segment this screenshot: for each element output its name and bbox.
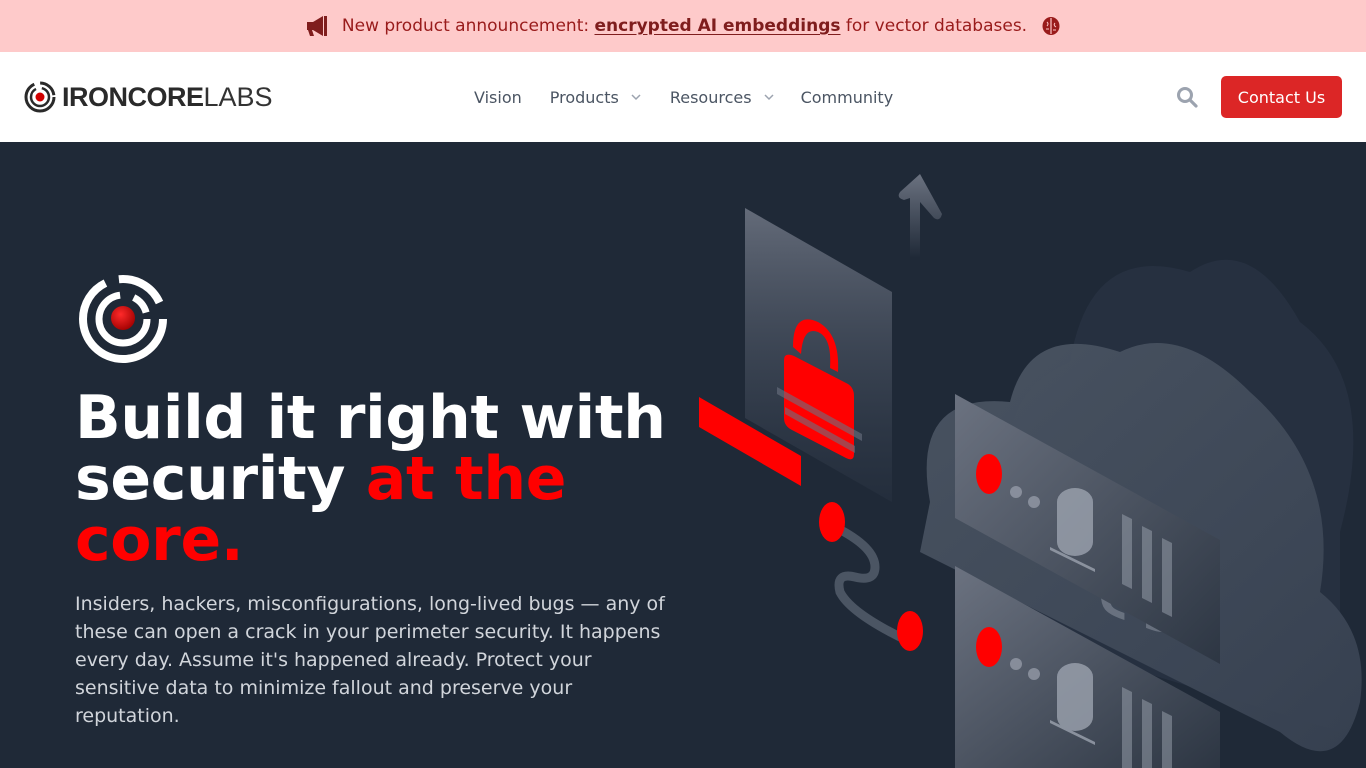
hero-section: Build it right with security at the core… (0, 142, 1366, 768)
hero-subtext: Insiders, hackers, misconfigurations, lo… (75, 593, 665, 727)
arrow-up-icon (898, 174, 942, 258)
nav-resources-label: Resources (669, 87, 752, 107)
logo-wordmark: IRONCORELABS (62, 82, 273, 112)
announcement-prefix: New product announcement: (341, 16, 595, 36)
search-icon[interactable] (1176, 86, 1198, 108)
cable-connector-shape (819, 502, 923, 651)
nav-products-label: Products (549, 87, 619, 107)
announcement-link[interactable]: encrypted AI embeddings (595, 16, 841, 36)
ironcore-logo-mark-icon (79, 275, 167, 363)
site-header: IRONCORELABS Vision Products Resources C… (0, 52, 1366, 142)
nav-resources[interactable]: Resources (670, 88, 774, 107)
nav-community-label: Community (800, 87, 894, 107)
megaphone-icon (305, 15, 329, 37)
hero-headline: Build it right with security at the core… (75, 388, 695, 571)
nav-products[interactable]: Products (550, 88, 641, 107)
ironcore-logo-mark-icon (24, 81, 56, 113)
nav-community[interactable]: Community (801, 88, 894, 107)
brain-icon (1041, 16, 1061, 36)
announcement-suffix: for vector databases. (840, 16, 1028, 36)
logo[interactable]: IRONCORELABS (24, 80, 273, 114)
main-nav: Vision Products Resources Community (474, 52, 921, 142)
chevron-down-icon (631, 93, 641, 100)
announcement-bar: New product announcement: encrypted AI e… (0, 0, 1366, 52)
isometric-cloud-security-illustration: {} (699, 174, 1362, 768)
contact-us-button[interactable]: Contact Us (1221, 76, 1342, 118)
nav-vision[interactable]: Vision (474, 88, 522, 107)
nav-vision-label: Vision (474, 87, 522, 107)
chevron-down-icon (764, 93, 774, 100)
